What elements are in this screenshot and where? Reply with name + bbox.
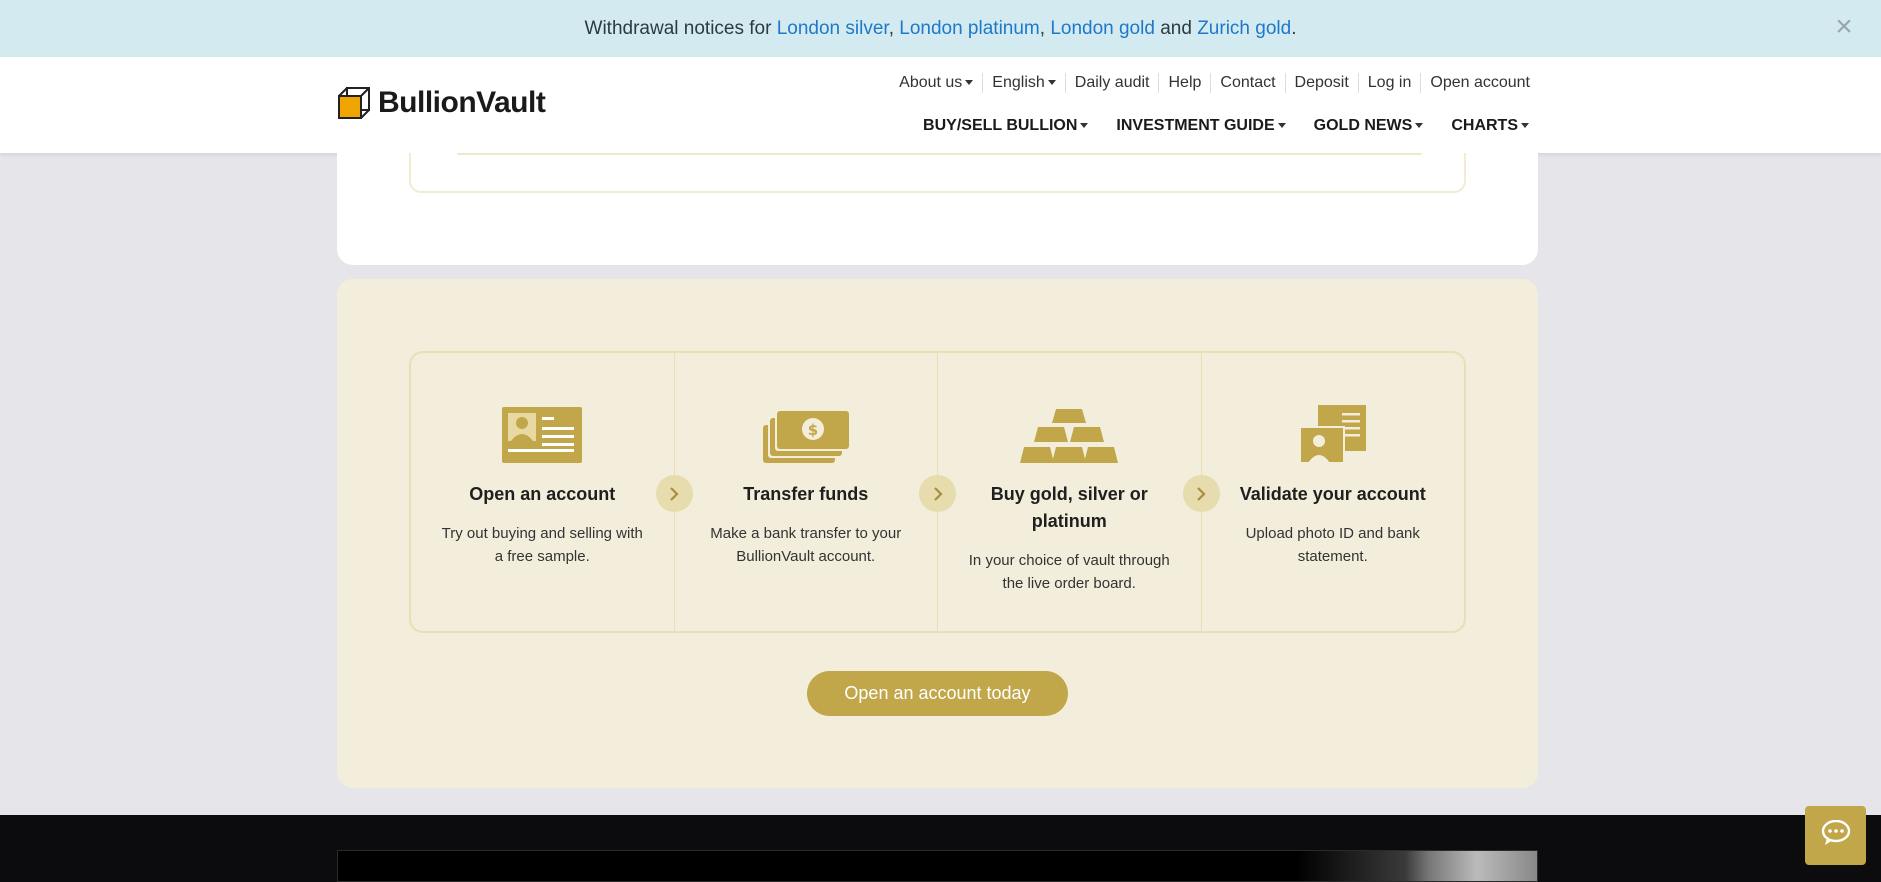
- chevron-right-icon: [919, 475, 956, 512]
- main-nav: BUY/SELL BULLION INVESTMENT GUIDE GOLD N…: [895, 117, 1529, 135]
- notice-end: .: [1291, 17, 1297, 39]
- get-started-panel: Open an account Try out buying and selli…: [337, 279, 1538, 788]
- open-account-today-button[interactable]: Open an account today: [807, 671, 1068, 716]
- dark-video-section: [0, 815, 1881, 882]
- steps-container: Open an account Try out buying and selli…: [409, 351, 1466, 633]
- logo-cube-icon: [336, 85, 372, 121]
- nav-investment-guide[interactable]: INVESTMENT GUIDE: [1116, 117, 1286, 135]
- nav-open-account[interactable]: Open account: [1420, 73, 1539, 93]
- nav-gold-news-label: GOLD NEWS: [1313, 117, 1413, 134]
- notice-sep: ,: [1039, 17, 1051, 39]
- nav-log-in[interactable]: Log in: [1357, 73, 1421, 93]
- chat-button[interactable]: [1805, 806, 1866, 865]
- nav-about-us[interactable]: About us: [890, 73, 982, 93]
- caret-down-icon: [1277, 123, 1286, 129]
- caret-down-icon: [1080, 123, 1089, 129]
- chat-icon: [1821, 819, 1851, 851]
- previous-inner-box: [409, 153, 1466, 193]
- step-title: Validate your account: [1239, 484, 1426, 504]
- nav-gold-news[interactable]: GOLD NEWS: [1314, 117, 1424, 135]
- london-platinum-link[interactable]: London platinum: [899, 18, 1040, 39]
- step-title: Transfer funds: [743, 484, 869, 504]
- nav-language-label: English: [992, 74, 1045, 91]
- nav-daily-audit[interactable]: Daily audit: [1064, 73, 1159, 93]
- step-text: Make a bank transfer to your BullionVaul…: [710, 525, 902, 565]
- caret-down-icon: [1047, 80, 1056, 86]
- nav-language[interactable]: English: [982, 73, 1064, 93]
- nav-buy-sell-bullion[interactable]: BUY/SELL BULLION: [923, 117, 1089, 135]
- notice-sep: ,: [888, 17, 900, 39]
- step-validate-account: Validate your account Upload photo ID an…: [1200, 353, 1465, 631]
- zurich-gold-link[interactable]: Zurich gold: [1197, 18, 1291, 39]
- top-nav: About us English Daily audit Help Contac…: [890, 73, 1539, 93]
- nav-charts-label: CHARTS: [1451, 117, 1518, 134]
- step-text: Try out buying and selling with a free s…: [441, 525, 643, 565]
- previous-section-card: [337, 153, 1538, 265]
- notice-text: Withdrawal notices for London silver, Lo…: [585, 18, 1297, 40]
- close-icon[interactable]: ×: [1829, 12, 1859, 42]
- caret-down-icon: [1415, 123, 1424, 129]
- caret-down-icon: [965, 80, 974, 86]
- video-thumbnail-image: [1297, 851, 1537, 881]
- chevron-right-icon: [1182, 475, 1220, 512]
- notice-prefix: Withdrawal notices for: [584, 17, 777, 39]
- nav-help[interactable]: Help: [1158, 73, 1210, 93]
- caret-down-icon: [1521, 123, 1529, 129]
- notice-and: and: [1154, 17, 1198, 39]
- nav-deposit[interactable]: Deposit: [1284, 73, 1358, 93]
- step-buy-metal: Buy gold, silver or platinum In your cho…: [937, 353, 1220, 631]
- nav-charts[interactable]: CHARTS: [1451, 117, 1529, 135]
- step-open-account: Open an account Try out buying and selli…: [411, 353, 693, 631]
- withdrawal-notice-bar: Withdrawal notices for London silver, Lo…: [0, 0, 1881, 57]
- step-text: In your choice of vault through the live…: [968, 552, 1170, 592]
- nav-investment-guide-label: INVESTMENT GUIDE: [1116, 117, 1275, 134]
- step-transfer-funds: $ Transfer funds Make a bank transfer to…: [673, 353, 956, 631]
- logo[interactable]: BullionVault: [336, 85, 546, 121]
- svg-text:$: $: [808, 421, 818, 439]
- step-title: Open an account: [469, 484, 616, 504]
- banknotes-icon: $: [675, 405, 938, 463]
- id-documents-icon: [1202, 405, 1465, 463]
- logo-text: BullionVault: [378, 86, 546, 119]
- video-preview[interactable]: [337, 850, 1538, 882]
- nav-buy-sell-label: BUY/SELL BULLION: [923, 117, 1078, 134]
- london-silver-link[interactable]: London silver: [777, 18, 889, 39]
- step-text: Upload photo ID and bank statement.: [1245, 525, 1420, 565]
- site-header: BullionVault About us English Daily audi…: [0, 57, 1881, 153]
- nav-contact[interactable]: Contact: [1210, 73, 1284, 93]
- step-title: Buy gold, silver or platinum: [990, 484, 1148, 531]
- chevron-right-icon: [655, 475, 693, 512]
- previous-inner-line: [457, 153, 1422, 155]
- london-gold-link[interactable]: London gold: [1050, 18, 1155, 39]
- id-card-icon: [411, 405, 674, 463]
- nav-about-us-label: About us: [899, 74, 963, 91]
- gold-bars-icon: [938, 405, 1201, 463]
